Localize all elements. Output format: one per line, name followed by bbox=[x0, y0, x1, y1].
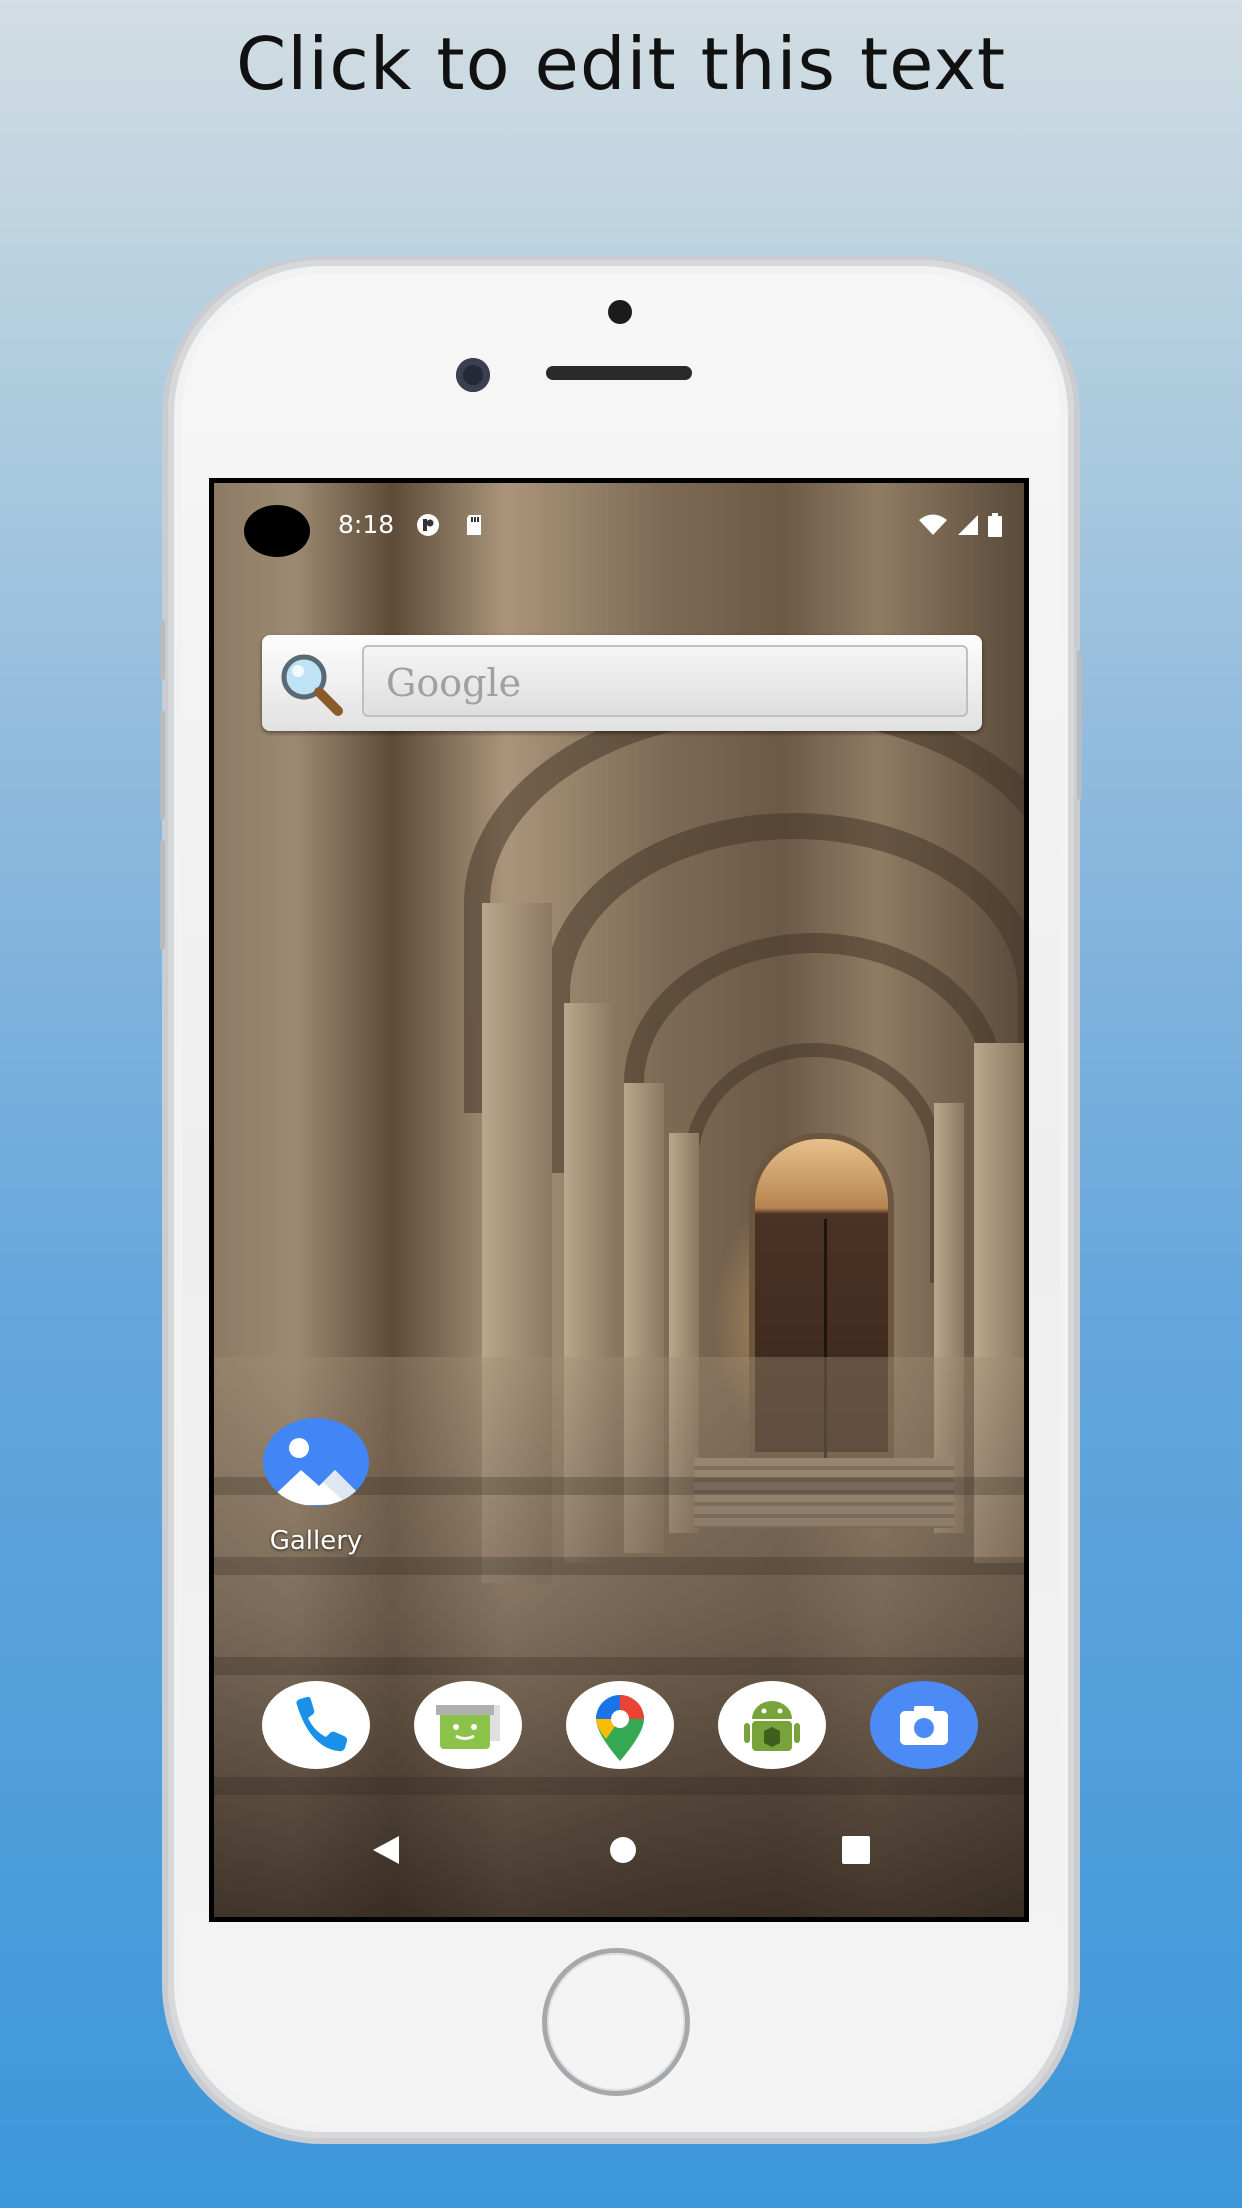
phone-icon[interactable] bbox=[262, 1681, 370, 1769]
recents-icon[interactable] bbox=[839, 1833, 873, 1867]
phone-screen: 8:18 Google Gallery bbox=[209, 478, 1029, 1922]
earpiece-speaker bbox=[546, 366, 692, 380]
gallery-label: Gallery bbox=[269, 1526, 363, 1556]
punch-hole-camera bbox=[244, 505, 310, 557]
status-time: 8:18 bbox=[338, 510, 395, 539]
search-placeholder: Google bbox=[386, 661, 522, 705]
hardware-home-button[interactable] bbox=[542, 1948, 690, 2096]
home-icon[interactable] bbox=[606, 1833, 640, 1867]
volume-down-button bbox=[160, 840, 165, 950]
google-search-widget[interactable]: Google bbox=[262, 635, 982, 731]
status-bar: 8:18 bbox=[214, 483, 1024, 563]
gallery-app[interactable]: Gallery bbox=[256, 1418, 376, 1556]
search-input[interactable]: Google bbox=[362, 645, 968, 717]
proximity-sensor bbox=[608, 300, 632, 324]
front-camera-lens bbox=[456, 358, 490, 392]
android-app-icon[interactable] bbox=[718, 1681, 826, 1769]
sd-card-icon bbox=[467, 515, 481, 535]
notification-app-icon bbox=[417, 514, 439, 536]
volume-up-button bbox=[160, 710, 165, 820]
camera-icon[interactable] bbox=[870, 1681, 978, 1769]
maps-icon[interactable] bbox=[566, 1681, 674, 1769]
magnifier-icon[interactable] bbox=[276, 649, 346, 719]
headline[interactable]: Click to edit this text bbox=[0, 22, 1242, 106]
power-button bbox=[1077, 650, 1082, 800]
back-icon[interactable] bbox=[369, 1833, 403, 1867]
gallery-icon[interactable] bbox=[263, 1418, 369, 1506]
messaging-icon[interactable] bbox=[414, 1681, 522, 1769]
wifi-icon bbox=[919, 514, 947, 535]
mute-switch bbox=[160, 620, 165, 680]
battery-icon bbox=[988, 513, 1002, 537]
signal-icon bbox=[958, 515, 978, 535]
